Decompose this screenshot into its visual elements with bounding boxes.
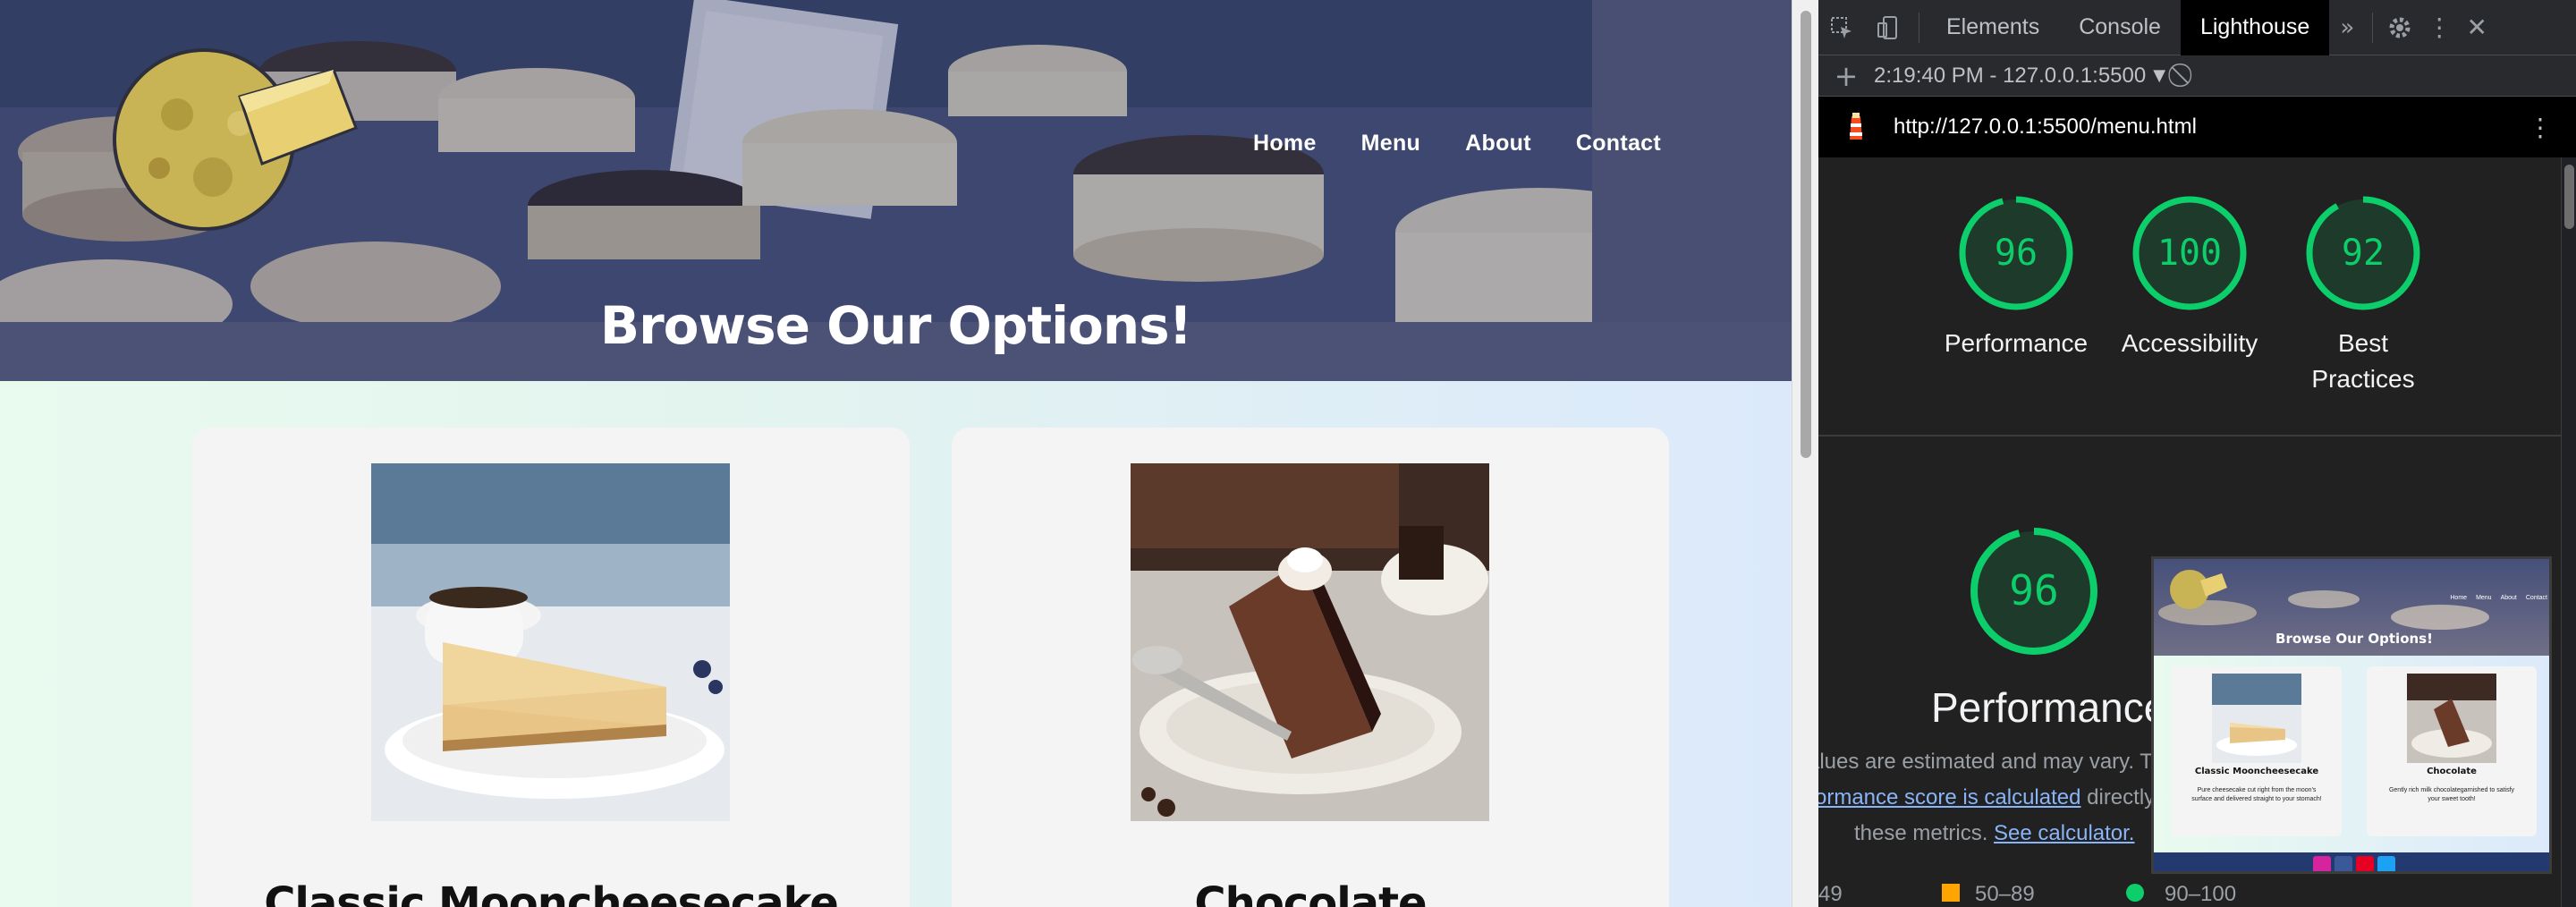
thumbnail-card: Classic Mooncheesecake Pure cheesecake c… (2172, 666, 2342, 836)
chocolate-cheesecake-photo (1131, 463, 1489, 821)
report-url: http://127.0.0.1:5500/menu.html (1894, 114, 2197, 139)
score-calculation-link[interactable]: ormance score is calculated (1818, 785, 2080, 810)
gauge-best-practices[interactable]: 92 Best Practices (2274, 193, 2453, 397)
final-screenshot-thumbnail[interactable]: Home Menu About Contact Browse Our Optio… (2151, 556, 2552, 874)
description-line: ormance score is calculated directly (1818, 780, 2155, 816)
thumbnail-card-title: Chocolate (2427, 767, 2477, 776)
gauge-performance[interactable]: 96 Performance (1927, 193, 2106, 361)
score-value: 96 (2009, 566, 2058, 615)
score-ring: 100 (2132, 196, 2247, 310)
tab-elements[interactable]: Elements (1927, 0, 2059, 55)
gauge-label: Best Practices (2274, 326, 2453, 397)
description-line: these metrics. See calculator. (1854, 816, 2134, 852)
score-ring: 92 (2306, 196, 2420, 310)
performance-main-gauge: 96 Performance (1931, 524, 2167, 732)
menu-card-chocolate: Chocolate (952, 428, 1669, 907)
website-viewport: Home Menu About Contact Browse Our Optio… (0, 0, 1792, 907)
score-value: 96 (1995, 233, 2038, 274)
thumbnail-nav-item: Contact (2525, 595, 2547, 601)
facebook-icon (2334, 855, 2352, 871)
gauge-label-line: Practices (2311, 365, 2415, 393)
thumbnail-nav: Home Menu About Contact (2450, 595, 2547, 601)
thumbnail-footer (2154, 852, 2549, 871)
report-url-bar: http://127.0.0.1:5500/menu.html ⋮ (1818, 97, 2576, 157)
legend-pass-range: 90–100 (2165, 882, 2237, 906)
report-options-icon[interactable]: ⋮ (2528, 113, 2553, 142)
report-scrollbar-thumb[interactable] (2564, 165, 2574, 229)
card-title: Chocolate (1194, 878, 1427, 907)
card-title: Classic Mooncheesecake (264, 878, 839, 907)
thumbnail-body: Classic Mooncheesecake Pure cheesecake c… (2154, 656, 2549, 852)
legend-fail-range: 49 (1818, 882, 1843, 906)
lighthouse-report: 96 Performance 100 Accessibility 92 Best… (1818, 157, 2561, 907)
yelp-icon (2356, 855, 2374, 871)
report-scrollbar[interactable] (2561, 157, 2576, 907)
thumbnail-card: Chocolate Gently rich milk chocolategarn… (2367, 666, 2537, 836)
nav-menu-link[interactable]: Menu (1361, 131, 1420, 157)
description-text: these metrics. (1854, 821, 1995, 845)
lighthouse-logo-icon (1818, 111, 1894, 143)
description-line: alues are estimated and may vary. T (1818, 750, 2153, 774)
devtools-tabbar: Elements Console Lighthouse » ⋮ ✕ (1818, 0, 2576, 55)
gauge-label: Performance (1944, 329, 2089, 357)
gauge-label: Accessibility (2121, 329, 2258, 357)
thumbnail-nav-item: Menu (2476, 595, 2492, 601)
thumbnail-hero: Home Menu About Contact Browse Our Optio… (2154, 559, 2549, 656)
hero-banner: Home Menu About Contact Browse Our Optio… (0, 0, 1792, 381)
tabbar-divider (2372, 12, 2374, 43)
thumbnail-card-text: Gently rich milk chocolategarnished to s… (2388, 787, 2515, 802)
pass-circle-icon (2126, 884, 2144, 902)
section-divider (1818, 435, 2561, 437)
score-gauges: 96 Performance 100 Accessibility 92 Best… (1818, 193, 2561, 417)
legend-average-range: 50–89 (1975, 882, 2035, 906)
lighthouse-toolbar: + 2:19:40 PM - 127.0.0.1:5500 ▼ ⃠ (1818, 55, 2576, 97)
tab-console[interactable]: Console (2059, 0, 2181, 55)
more-tabs-icon[interactable]: » (2329, 0, 2365, 55)
nav-contact-link[interactable]: Contact (1576, 131, 1661, 157)
devtools-panel: Elements Console Lighthouse » ⋮ ✕ + 2:19… (1818, 0, 2576, 907)
gauge-accessibility[interactable]: 100 Accessibility (2100, 193, 2279, 361)
classic-cheesecake-photo (371, 463, 730, 821)
main-navigation: Home Menu About Contact (1253, 131, 1661, 157)
average-square-icon (1942, 884, 1960, 902)
twitter-icon (2377, 855, 2395, 871)
thumbnail-nav-item: About (2500, 595, 2517, 601)
performance-heading: Performance (1931, 684, 2167, 731)
report-selector[interactable]: 2:19:40 PM - 127.0.0.1:5500 (1874, 64, 2146, 89)
thumbnail-nav-item: Home (2450, 595, 2468, 601)
menu-card-classic: Classic Mooncheesecake (192, 428, 910, 907)
score-value: 92 (2342, 233, 2385, 274)
inspect-element-icon[interactable] (1818, 0, 1865, 55)
page-scrollbar-thumb[interactable] (1801, 11, 1811, 458)
thumbnail-card-title: Classic Mooncheesecake (2194, 767, 2319, 776)
page-scrollbar[interactable] (1792, 0, 1818, 907)
kebab-menu-icon[interactable]: ⋮ (2419, 0, 2459, 55)
description-text: directly (2080, 785, 2156, 810)
thumbnail-card-text: Pure cheesecake cut right from the moon'… (2191, 787, 2322, 802)
nav-home-link[interactable]: Home (1253, 131, 1317, 157)
device-toolbar-icon[interactable] (1865, 0, 1911, 55)
settings-gear-icon[interactable] (2380, 0, 2419, 55)
gauge-label-line: Best (2337, 329, 2389, 357)
see-calculator-link[interactable]: See calculator. (1994, 821, 2134, 845)
new-report-icon[interactable]: + (1818, 59, 1874, 93)
page-title: Browse Our Options! (599, 295, 1192, 356)
score-ring: 96 (1970, 528, 2097, 655)
nav-about-link[interactable]: About (1465, 131, 1531, 157)
close-icon[interactable]: ✕ (2459, 0, 2495, 55)
tab-lighthouse[interactable]: Lighthouse (2180, 0, 2330, 55)
score-ring: 96 (1959, 196, 2073, 310)
chevron-down-icon[interactable]: ▼ (2153, 66, 2165, 85)
thumbnail-title: Browse Our Options! (2275, 631, 2433, 647)
score-value: 100 (2157, 233, 2222, 274)
instagram-icon (2313, 855, 2331, 871)
moon-cheese-logo[interactable] (106, 43, 365, 240)
